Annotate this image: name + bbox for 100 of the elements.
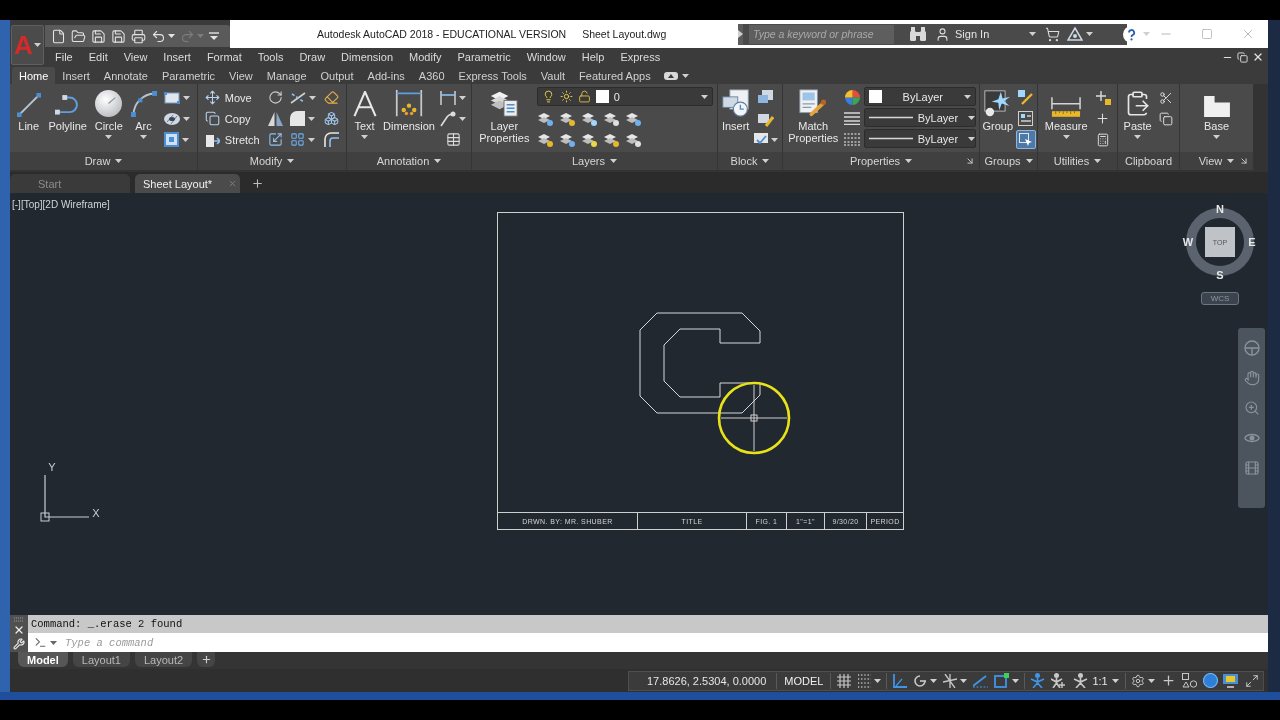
layer-tool-icon[interactable] — [625, 111, 641, 126]
group-button[interactable]: Group — [981, 87, 1015, 132]
menu-item[interactable]: File — [47, 51, 81, 63]
layer-properties-button[interactable]: Layer Properties — [476, 87, 533, 144]
undo-button[interactable] — [151, 28, 175, 44]
ribbon-tab[interactable]: Parametric — [154, 67, 223, 84]
coordinate-system-button[interactable]: WCS — [1201, 292, 1239, 305]
layer-tool-icon[interactable] — [537, 111, 553, 126]
fillet-button[interactable] — [289, 108, 318, 129]
insert-button[interactable]: Insert — [720, 87, 751, 132]
ribbon-tab[interactable]: Home — [12, 67, 56, 84]
menu-item[interactable]: Window — [518, 51, 574, 63]
close-icon[interactable] — [1252, 51, 1264, 63]
match-properties-button[interactable]: Match Properties — [786, 87, 841, 144]
layer-tool-icon[interactable] — [559, 132, 575, 147]
explode-icon[interactable] — [324, 111, 340, 126]
base-view-button[interactable]: Base — [1202, 87, 1231, 139]
steering-wheel-icon[interactable] — [1243, 340, 1260, 356]
layer-tool-icon[interactable] — [603, 111, 619, 126]
layer-tool-icon[interactable] — [581, 111, 597, 126]
search-field[interactable]: Type a keyword or phrase — [749, 24, 894, 44]
layer-tool-icon[interactable] — [537, 132, 553, 147]
copy-icon[interactable] — [1158, 111, 1173, 126]
file-tab[interactable]: Sheet Layout* — [135, 174, 240, 193]
annotation-scale-button[interactable]: 1:1 — [1071, 671, 1121, 690]
viewport-controls[interactable]: [-][Top][2D Wireframe] — [12, 199, 110, 210]
new-layout-button[interactable] — [197, 652, 216, 667]
restore-icon[interactable] — [1237, 51, 1248, 63]
layout-tab[interactable]: Layout2 — [134, 652, 193, 667]
group-list-icon[interactable] — [1018, 111, 1033, 126]
cart-icon[interactable] — [1045, 26, 1061, 42]
figure-icon[interactable] — [1051, 673, 1067, 688]
angled-line-icon[interactable] — [973, 673, 989, 688]
polyline-button[interactable]: Polyline — [47, 87, 88, 132]
binoculars-icon[interactable] — [910, 27, 926, 41]
layout-tab[interactable]: Layout1 — [72, 652, 130, 667]
status-toggle-button[interactable] — [993, 670, 1021, 691]
hand-icon[interactable] — [1243, 370, 1260, 386]
menu-item[interactable]: View — [115, 51, 156, 63]
panel-title-button[interactable]: Draw — [82, 155, 125, 167]
compass-direction[interactable]: N — [1216, 203, 1224, 215]
model-space-button[interactable]: MODEL — [781, 674, 827, 687]
zoom-icon[interactable] — [1243, 400, 1260, 416]
plus-icon[interactable] — [1160, 673, 1176, 688]
layer-tool-icon[interactable] — [581, 132, 597, 147]
menu-item[interactable]: Help — [573, 51, 613, 63]
eraser-icon[interactable] — [324, 90, 340, 105]
layer-tool-icon[interactable] — [559, 111, 575, 126]
ribbon-tab[interactable]: Manage — [259, 67, 314, 84]
coordinate-readout[interactable]: 17.8626, 2.5304, 0.0000 — [635, 674, 773, 687]
wrench-icon[interactable] — [13, 638, 25, 650]
group-selection-button[interactable] — [1015, 130, 1036, 149]
command-input-field[interactable]: Type a command — [65, 633, 1268, 652]
color-wheel-icon[interactable] — [844, 90, 860, 105]
ribbon-tab[interactable]: A360 — [411, 67, 452, 84]
customize-menu-icon[interactable] — [209, 32, 219, 40]
ribbon-tab[interactable]: Annotate — [96, 67, 155, 84]
menu-item[interactable]: Parametric — [449, 51, 519, 63]
launcher-arrow-icon[interactable] — [965, 156, 975, 166]
menu-item[interactable]: Modify — [401, 51, 450, 63]
save-icon[interactable] — [91, 28, 106, 44]
ribbon-tab[interactable]: Vault — [533, 67, 573, 84]
right-angle-icon[interactable] — [892, 673, 907, 688]
menu-item[interactable]: Express — [612, 51, 669, 63]
ribbon-tab[interactable]: Express Tools — [451, 67, 534, 84]
ribbon-tab[interactable]: Add-ins — [360, 67, 412, 84]
layer-tool-icon[interactable] — [625, 132, 641, 147]
ribbon-tab[interactable]: Featured Apps — [572, 67, 658, 84]
circle-button[interactable]: Circle — [93, 87, 124, 139]
move-button[interactable]: Move — [203, 87, 261, 108]
sign-in-button[interactable]: Sign In — [932, 26, 1040, 42]
linetype-dropdown[interactable]: ByLayer — [863, 108, 976, 127]
menu-item[interactable]: Tools — [249, 51, 292, 63]
lineweight-icon[interactable] — [844, 112, 860, 125]
scale-icon[interactable] — [267, 132, 283, 147]
new-file-icon[interactable] — [51, 28, 66, 44]
menu-item[interactable]: Draw — [291, 51, 334, 63]
paste-button[interactable]: Paste — [1122, 87, 1153, 139]
ribbon-tab[interactable]: View — [222, 67, 260, 84]
point-id-icon[interactable] — [1094, 89, 1111, 106]
plus-icon[interactable] — [251, 177, 264, 190]
cut-icon[interactable] — [1158, 90, 1173, 105]
rotate-icon[interactable] — [267, 90, 283, 105]
grid-icon[interactable] — [836, 673, 851, 688]
shapes-icon[interactable] — [1181, 673, 1197, 688]
folder-icon[interactable] — [71, 28, 86, 44]
compass-direction[interactable]: E — [1248, 236, 1256, 248]
dimension-button[interactable]: Dimension — [382, 87, 436, 132]
color-dropdown[interactable]: ByLayer — [863, 87, 976, 106]
boundary-tool-button[interactable] — [163, 129, 192, 150]
layer-dropdown[interactable]: 0 — [536, 87, 713, 106]
line-button[interactable]: Line — [15, 87, 42, 132]
arc-button[interactable]: Arc — [129, 87, 158, 139]
menu-item[interactable]: Insert — [155, 51, 199, 63]
layer-tool-icon[interactable] — [603, 132, 619, 147]
compass-direction[interactable]: S — [1216, 269, 1224, 281]
text-button[interactable]: Text — [350, 87, 379, 139]
linetype-icon[interactable] — [844, 133, 860, 146]
layout-tab[interactable]: Model — [18, 652, 68, 667]
group-edit-icon[interactable] — [1018, 90, 1033, 105]
